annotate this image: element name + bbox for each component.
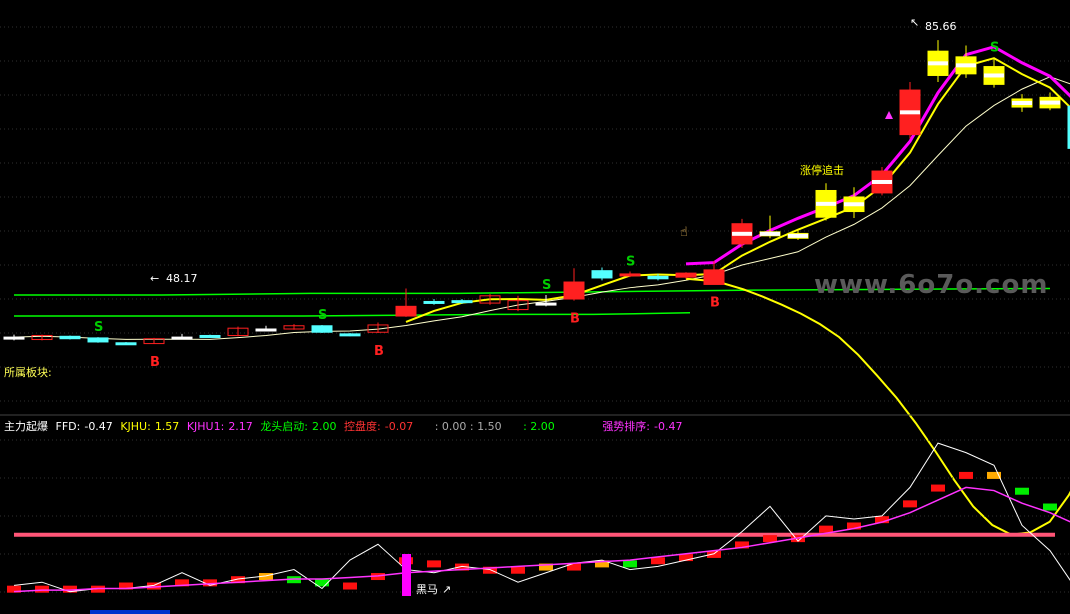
kpd-value: -0.07 [384, 420, 414, 433]
indicator-bar [1043, 503, 1057, 511]
candle-band [760, 231, 780, 236]
buy-signal: B [710, 295, 720, 310]
candle-body [619, 273, 641, 277]
kjhu1-value: 2.17 [228, 420, 253, 433]
kjhu1-label: KJHU1: [186, 420, 225, 433]
up-triangle-icon [885, 111, 893, 119]
sell-signal: S [626, 254, 635, 269]
kpd-label: 控盘度: [344, 420, 381, 433]
sell-signal: S [94, 320, 103, 335]
indicator-bar [35, 585, 49, 593]
candle-band [956, 63, 976, 68]
indicator-bar [623, 560, 637, 568]
indicator-bar [931, 484, 945, 492]
qspx-label: 强势排序: [602, 420, 651, 433]
low-price-label: 48.17 [166, 272, 198, 285]
dark-horse-bar [402, 554, 411, 596]
scroll-indicator[interactable] [90, 610, 170, 614]
candle-body [171, 336, 193, 340]
indicator-bar [959, 471, 973, 479]
dark-horse-label: 黑马 [416, 583, 438, 596]
buy-signal: B [150, 355, 160, 370]
limit-chase-label: 涨停追击 [800, 163, 844, 177]
buy-signal: B [570, 312, 580, 327]
indicator-bar [763, 535, 777, 543]
dark-horse-annotation: 黑马 ↗ [402, 554, 451, 596]
indicator-bar [1015, 487, 1029, 495]
sector-label: 所属板块: [4, 366, 52, 379]
candle-body [451, 300, 473, 304]
indicator-bar [511, 566, 525, 574]
ltqd-value: 2.00 [312, 420, 337, 433]
candle-body [647, 275, 669, 280]
candle-band [788, 233, 808, 238]
kjhu-value: 1.57 [154, 420, 180, 433]
stock-chart[interactable]: B B B B S S S S S 48.17 ← 85.66 ↖ 涨停追击 ☝ 黑马 ↗ [0, 0, 1070, 614]
hand-cursor-icon: ☝ [680, 225, 688, 240]
candle-body [339, 333, 361, 337]
pair1-values: : 0.00 : 1.50 [434, 420, 502, 433]
candle-band [732, 231, 752, 236]
candle-band [1012, 101, 1032, 106]
low-price-arrow: ← [150, 272, 159, 285]
candle-band [1040, 100, 1060, 105]
pair2-values: : 2.00 [523, 420, 555, 433]
candle-body [199, 334, 221, 338]
candle-body [59, 335, 81, 340]
price-annotations: 48.17 ← 85.66 ↖ 涨停追击 ☝ [150, 16, 957, 285]
ffd-value: -0.47 [84, 420, 113, 433]
ltqd-label: 龙头启动: [260, 420, 309, 433]
candle-band [844, 202, 864, 207]
sell-signal: S [990, 41, 999, 56]
candle-body [703, 269, 725, 285]
dark-horse-arrow: ↗ [442, 583, 451, 596]
candle-band [816, 201, 836, 206]
candle-body [3, 336, 25, 340]
indicator-panel [7, 442, 1070, 593]
indicator-grid [0, 439, 1070, 593]
indicator-bar [651, 557, 665, 565]
sell-signal: S [542, 278, 551, 293]
candle-band [872, 179, 892, 184]
candle-band [928, 61, 948, 66]
projection-curve [685, 277, 1070, 536]
candle-body [535, 302, 557, 306]
indicator-bar [819, 525, 833, 533]
candle-body [255, 328, 277, 332]
sell-signal: S [318, 308, 327, 323]
kjhu-label: KJHU: [120, 420, 151, 433]
buy-signal: B [374, 344, 384, 359]
high-price-arrow: ↖ [910, 16, 919, 29]
candle-body [311, 325, 333, 333]
candle-body [395, 305, 417, 317]
indicator-bar [903, 500, 917, 508]
candle-body [675, 272, 697, 278]
indicator-bar [427, 560, 441, 568]
candle-body [115, 342, 137, 346]
candle-body [591, 270, 613, 279]
indicator-name[interactable]: 主力起爆 [4, 420, 48, 433]
indicator-bar [343, 582, 357, 590]
candle-body [87, 337, 109, 343]
high-price-label: 85.66 [925, 20, 957, 33]
candle-band [900, 110, 920, 115]
green-ma-line-lower [14, 312, 691, 317]
candle-body [563, 281, 585, 300]
qspx-value: -0.47 [654, 420, 683, 433]
indicator-status-bar: 主力起爆 FFD: -0.47 KJHU: 1.57 KJHU1: 2.17 龙头启动… [4, 418, 687, 434]
watermark: www.6o7o.com [814, 270, 1049, 300]
candle-body [423, 300, 445, 304]
candle-band [984, 73, 1004, 78]
ffd-label: FFD: [55, 420, 81, 433]
